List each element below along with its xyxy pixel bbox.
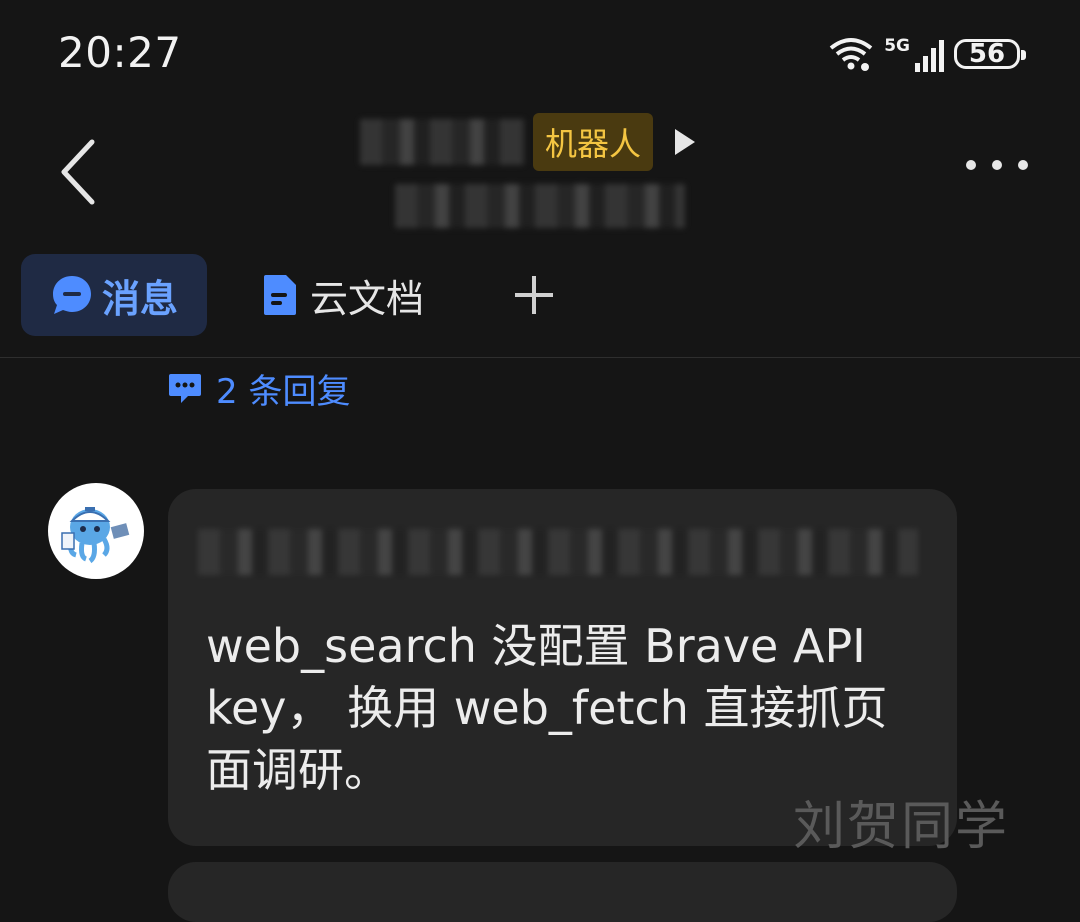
wifi-icon	[829, 38, 873, 71]
chat-subtitle-redacted	[395, 184, 685, 228]
signal-icon: 5G	[884, 36, 944, 72]
more-icon	[966, 160, 976, 170]
message-icon	[52, 276, 91, 314]
message-text: web_search 没配置 Brave API key， 换用 web_fet…	[206, 619, 888, 797]
clock: 20:27	[58, 28, 182, 77]
back-icon	[61, 139, 95, 205]
battery-icon: 56	[954, 39, 1026, 69]
more-button[interactable]	[966, 160, 1028, 170]
replies-link[interactable]: 2 条回复	[168, 368, 350, 412]
reply-comment-icon	[169, 374, 201, 403]
replies-count: 2 条回复	[216, 371, 351, 412]
bot-badge: 机器人	[533, 113, 654, 171]
watermark: 刘贺同学	[793, 797, 1010, 857]
play-icon	[675, 129, 696, 155]
tab-messages-label: 消息	[101, 276, 178, 321]
bot-avatar[interactable]	[48, 483, 144, 579]
status-bar: 20:27 5G 56	[0, 0, 1080, 110]
tab-docs[interactable]: 云文档	[262, 254, 424, 336]
tab-messages[interactable]: 消息	[21, 254, 207, 336]
chat-title-row[interactable]: 机器人	[360, 112, 696, 172]
add-tab-button[interactable]	[512, 254, 556, 336]
tab-bar: 消息 云文档	[0, 254, 1080, 338]
tab-divider	[0, 357, 1080, 358]
next-message-bubble[interactable]	[168, 862, 957, 922]
octopus-avatar-icon	[61, 507, 130, 564]
battery-level: 56	[968, 39, 1006, 69]
tab-docs-label: 云文档	[310, 276, 425, 321]
message-header-redacted	[198, 529, 918, 575]
plus-icon	[515, 276, 553, 314]
network-label: 5G	[884, 36, 910, 56]
back-button[interactable]	[58, 138, 108, 208]
doc-icon	[264, 275, 296, 315]
status-icons: 5G 56	[828, 34, 1026, 74]
chat-title-redacted	[360, 119, 525, 165]
